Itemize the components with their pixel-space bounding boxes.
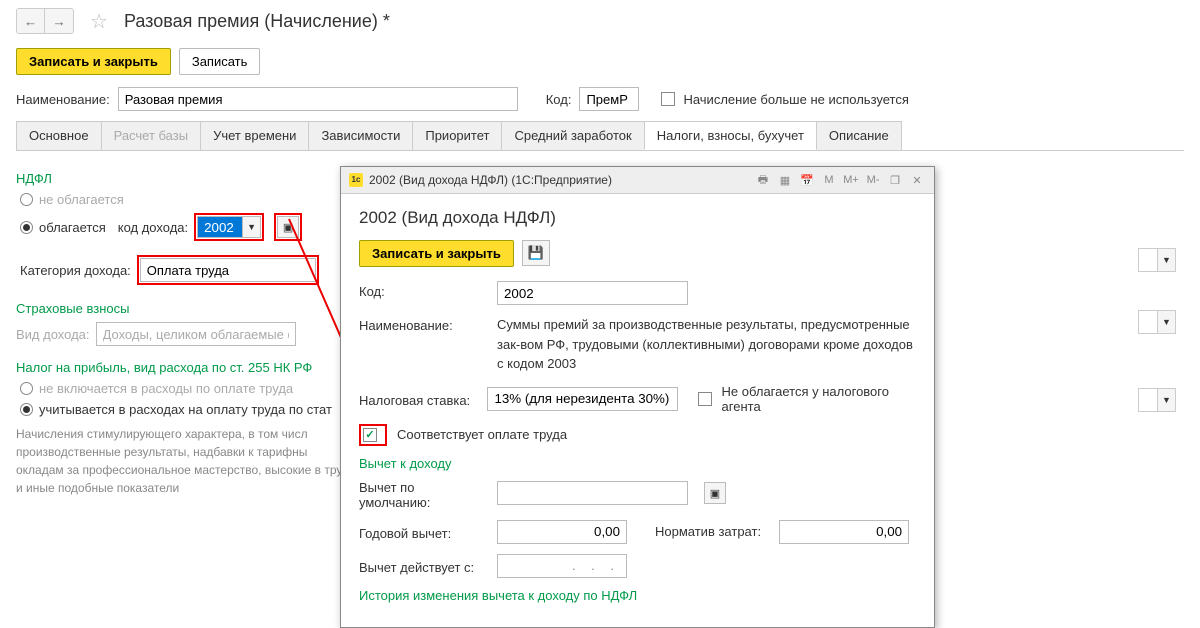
modal-rate-label: Налоговая ставка: — [359, 390, 477, 408]
not-used-label: Начисление больше не используется — [683, 92, 908, 107]
matches-salary-checkbox[interactable]: ✓ — [363, 428, 377, 442]
annual-deduction-label: Годовой вычет: — [359, 523, 487, 541]
m-plus-button[interactable]: M+ — [842, 171, 860, 189]
code-label: Код: — [546, 92, 572, 107]
tab-priority[interactable]: Приоритет — [412, 121, 502, 150]
income-code-open-button[interactable]: ▣ — [277, 216, 299, 238]
modal-save-close-button[interactable]: Записать и закрыть — [359, 240, 514, 267]
tab-main[interactable]: Основное — [16, 121, 102, 150]
income-type-label: Вид дохода: — [16, 327, 90, 342]
modal-save-icon-button[interactable]: 💾 — [522, 240, 550, 266]
deduction-section-title[interactable]: Вычет к доходу — [359, 456, 916, 471]
category-field[interactable] — [140, 258, 316, 282]
ndfl-taxed-label: облагается — [39, 220, 106, 235]
default-deduction-field[interactable] — [497, 481, 688, 505]
name-label: Наименование: — [16, 92, 110, 107]
modal-heading: 2002 (Вид дохода НДФЛ) — [359, 208, 916, 228]
income-code-field[interactable] — [197, 216, 243, 238]
default-deduction-label: Вычет по умолчанию: — [359, 477, 487, 510]
right-combo-1[interactable]: ▼ — [1157, 249, 1175, 271]
income-type-field[interactable] — [96, 322, 296, 346]
valid-from-label: Вычет действует с: — [359, 557, 487, 575]
calendar-icon[interactable]: 📅 — [798, 171, 816, 189]
not-taxed-agent-checkbox[interactable] — [698, 392, 711, 406]
m-minus-button[interactable]: M- — [864, 171, 882, 189]
ndfl-not-taxed-radio[interactable] — [20, 193, 33, 206]
tab-bar: Основное Расчет базы Учет времени Зависи… — [16, 121, 1184, 150]
income-code-open-highlight: ▣ — [274, 213, 302, 241]
ndfl-taxed-radio[interactable] — [20, 221, 33, 234]
norm-field[interactable] — [779, 520, 909, 544]
window-restore-icon[interactable]: ❐ — [886, 171, 904, 189]
window-close-icon[interactable]: ✕ — [908, 171, 926, 189]
default-deduction-open-button[interactable]: ▣ — [704, 482, 726, 504]
save-button[interactable]: Записать — [179, 48, 261, 75]
category-label: Категория дохода: — [20, 263, 131, 278]
valid-from-field[interactable]: . . . — [497, 554, 627, 578]
modal-rate-field[interactable] — [487, 387, 678, 411]
profit-included-radio[interactable] — [20, 403, 33, 416]
ndfl-not-taxed-label: не облагается — [39, 192, 124, 207]
calc-icon[interactable]: ▦ — [776, 171, 794, 189]
annual-deduction-field[interactable] — [497, 520, 627, 544]
category-highlight — [137, 255, 319, 285]
nav-back-button[interactable]: ← — [17, 9, 45, 33]
modal-code-label: Код: — [359, 281, 487, 299]
history-link[interactable]: История изменения вычета к доходу по НДФ… — [359, 588, 637, 603]
print-icon[interactable]: 🖶 — [754, 171, 772, 189]
code-input[interactable] — [579, 87, 639, 111]
favorite-star-icon[interactable]: ☆ — [90, 9, 108, 34]
modal-code-field[interactable] — [497, 281, 688, 305]
save-and-close-button[interactable]: Записать и закрыть — [16, 48, 171, 75]
page-title: Разовая премия (Начисление) * — [124, 11, 390, 32]
profit-not-included-label: не включается в расходы по оплате труда — [39, 381, 293, 396]
tab-description[interactable]: Описание — [816, 121, 902, 150]
info-text: Начисления стимулирующего характера, в т… — [16, 425, 356, 497]
norm-label: Норматив затрат: — [655, 524, 761, 539]
not-used-checkbox[interactable] — [661, 92, 675, 106]
tab-avg-salary[interactable]: Средний заработок — [501, 121, 644, 150]
not-taxed-agent-label: Не облагается у налогового агента — [722, 384, 916, 414]
name-input[interactable] — [118, 87, 518, 111]
right-combo-3[interactable]: ▼ — [1157, 389, 1175, 411]
modal-name-value: Суммы премий за производственные результ… — [497, 315, 916, 374]
m-button[interactable]: M — [820, 171, 838, 189]
tab-base-calc[interactable]: Расчет базы — [101, 121, 202, 150]
tab-dependencies[interactable]: Зависимости — [308, 121, 413, 150]
modal-name-label: Наименование: — [359, 315, 487, 333]
tab-time[interactable]: Учет времени — [200, 121, 309, 150]
modal-window-title: 2002 (Вид дохода НДФЛ) (1С:Предприятие) — [369, 173, 612, 187]
income-code-highlight: ▼ — [194, 213, 264, 241]
nav-forward-button[interactable]: → — [45, 9, 73, 33]
app-1c-icon: 1c — [349, 173, 363, 187]
ndfl-income-type-modal: 1c 2002 (Вид дохода НДФЛ) (1С:Предприяти… — [340, 166, 935, 628]
matches-salary-label: Соответствует оплате труда — [397, 427, 567, 442]
date-placeholder-icon: . . . — [572, 558, 620, 573]
tab-taxes[interactable]: Налоги, взносы, бухучет — [644, 121, 817, 150]
profit-not-included-radio[interactable] — [20, 382, 33, 395]
income-code-inline-label: код дохода: — [118, 220, 188, 235]
matches-salary-highlight: ✓ — [359, 424, 387, 446]
right-combo-2[interactable]: ▼ — [1157, 311, 1175, 333]
profit-included-label: учитывается в расходах на оплату труда п… — [39, 402, 332, 417]
income-code-dropdown-icon[interactable]: ▼ — [243, 216, 261, 238]
